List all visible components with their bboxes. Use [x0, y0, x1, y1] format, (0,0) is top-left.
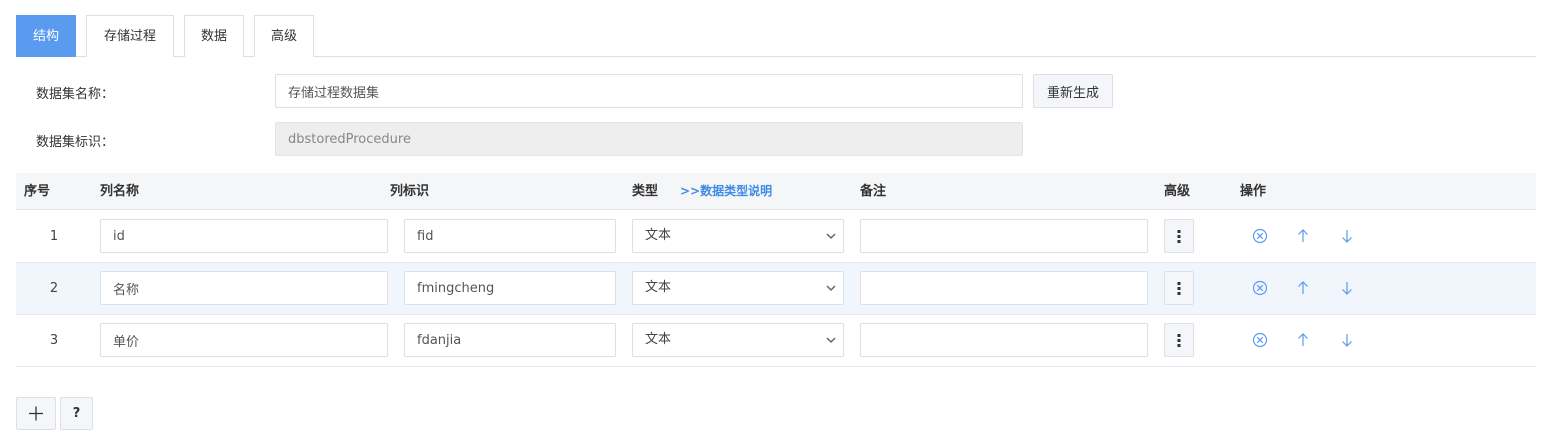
arrow-up-icon[interactable] [1294, 331, 1312, 349]
type-select[interactable]: 文本 [632, 323, 844, 357]
column-name-input[interactable] [100, 271, 388, 305]
chevron-down-icon [826, 285, 836, 292]
table-row: 2 文本 [16, 263, 1536, 315]
dataset-id-label: 数据集标识： [36, 135, 115, 150]
tab-advanced[interactable]: 高级 [254, 15, 314, 57]
header-column-name: 列名称 [100, 184, 140, 199]
vertical-dots-icon [1177, 282, 1181, 295]
table-header: 序号 列名称 列标识 类型 >>数据类型说明 备注 高级 操作 [16, 173, 1536, 210]
column-id-input[interactable] [404, 323, 616, 357]
type-select[interactable]: 文本 [632, 271, 844, 305]
row-index: 3 [49, 333, 59, 348]
vertical-dots-icon [1177, 230, 1181, 243]
tab-data[interactable]: 数据 [184, 15, 244, 57]
column-id-input[interactable] [404, 219, 616, 253]
regenerate-button[interactable]: 重新生成 [1033, 74, 1113, 108]
type-select[interactable]: 文本 [632, 219, 844, 253]
circle-x-icon[interactable] [1251, 279, 1269, 297]
advanced-settings-button[interactable] [1164, 323, 1194, 357]
arrow-down-icon[interactable] [1338, 227, 1356, 245]
header-actions: 操作 [1240, 184, 1267, 199]
type-select-value: 文本 [645, 228, 672, 243]
dataset-id-input [275, 122, 1023, 156]
remark-input[interactable] [860, 323, 1148, 357]
circle-x-icon[interactable] [1251, 331, 1269, 349]
table-row: 3 文本 [16, 315, 1536, 367]
header-column-id: 列标识 [390, 184, 430, 199]
column-name-input[interactable] [100, 219, 388, 253]
table-row: 1 文本 [16, 211, 1536, 263]
chevron-down-icon [826, 337, 836, 344]
question-mark-icon: ? [72, 406, 81, 421]
header-index: 序号 [24, 184, 51, 199]
header-remark: 备注 [860, 184, 887, 199]
column-id-input[interactable] [404, 271, 616, 305]
plus-icon [29, 406, 43, 421]
header-type: 类型 [632, 184, 659, 199]
type-select-value: 文本 [645, 280, 672, 295]
header-advanced: 高级 [1164, 184, 1191, 199]
help-button[interactable]: ? [60, 397, 93, 430]
row-index: 2 [49, 281, 59, 296]
circle-x-icon[interactable] [1251, 227, 1269, 245]
tab-bar: 结构 存储过程 数据 高级 [16, 15, 1536, 57]
row-index: 1 [49, 229, 59, 244]
tab-structure[interactable]: 结构 [16, 15, 76, 57]
arrow-down-icon[interactable] [1338, 331, 1356, 349]
arrow-up-icon[interactable] [1294, 227, 1312, 245]
dataset-name-label: 数据集名称： [36, 87, 115, 102]
remark-input[interactable] [860, 271, 1148, 305]
tab-stored-procedure[interactable]: 存储过程 [86, 15, 174, 57]
type-select-value: 文本 [645, 332, 672, 347]
arrow-up-icon[interactable] [1294, 279, 1312, 297]
arrow-down-icon[interactable] [1338, 279, 1356, 297]
advanced-settings-button[interactable] [1164, 271, 1194, 305]
vertical-dots-icon [1177, 334, 1181, 347]
column-name-input[interactable] [100, 323, 388, 357]
dataset-name-input[interactable] [275, 74, 1023, 108]
data-type-help-link[interactable]: >>数据类型说明 [680, 173, 772, 210]
advanced-settings-button[interactable] [1164, 219, 1194, 253]
remark-input[interactable] [860, 219, 1148, 253]
chevron-down-icon [826, 233, 836, 240]
add-row-button[interactable] [16, 397, 56, 430]
